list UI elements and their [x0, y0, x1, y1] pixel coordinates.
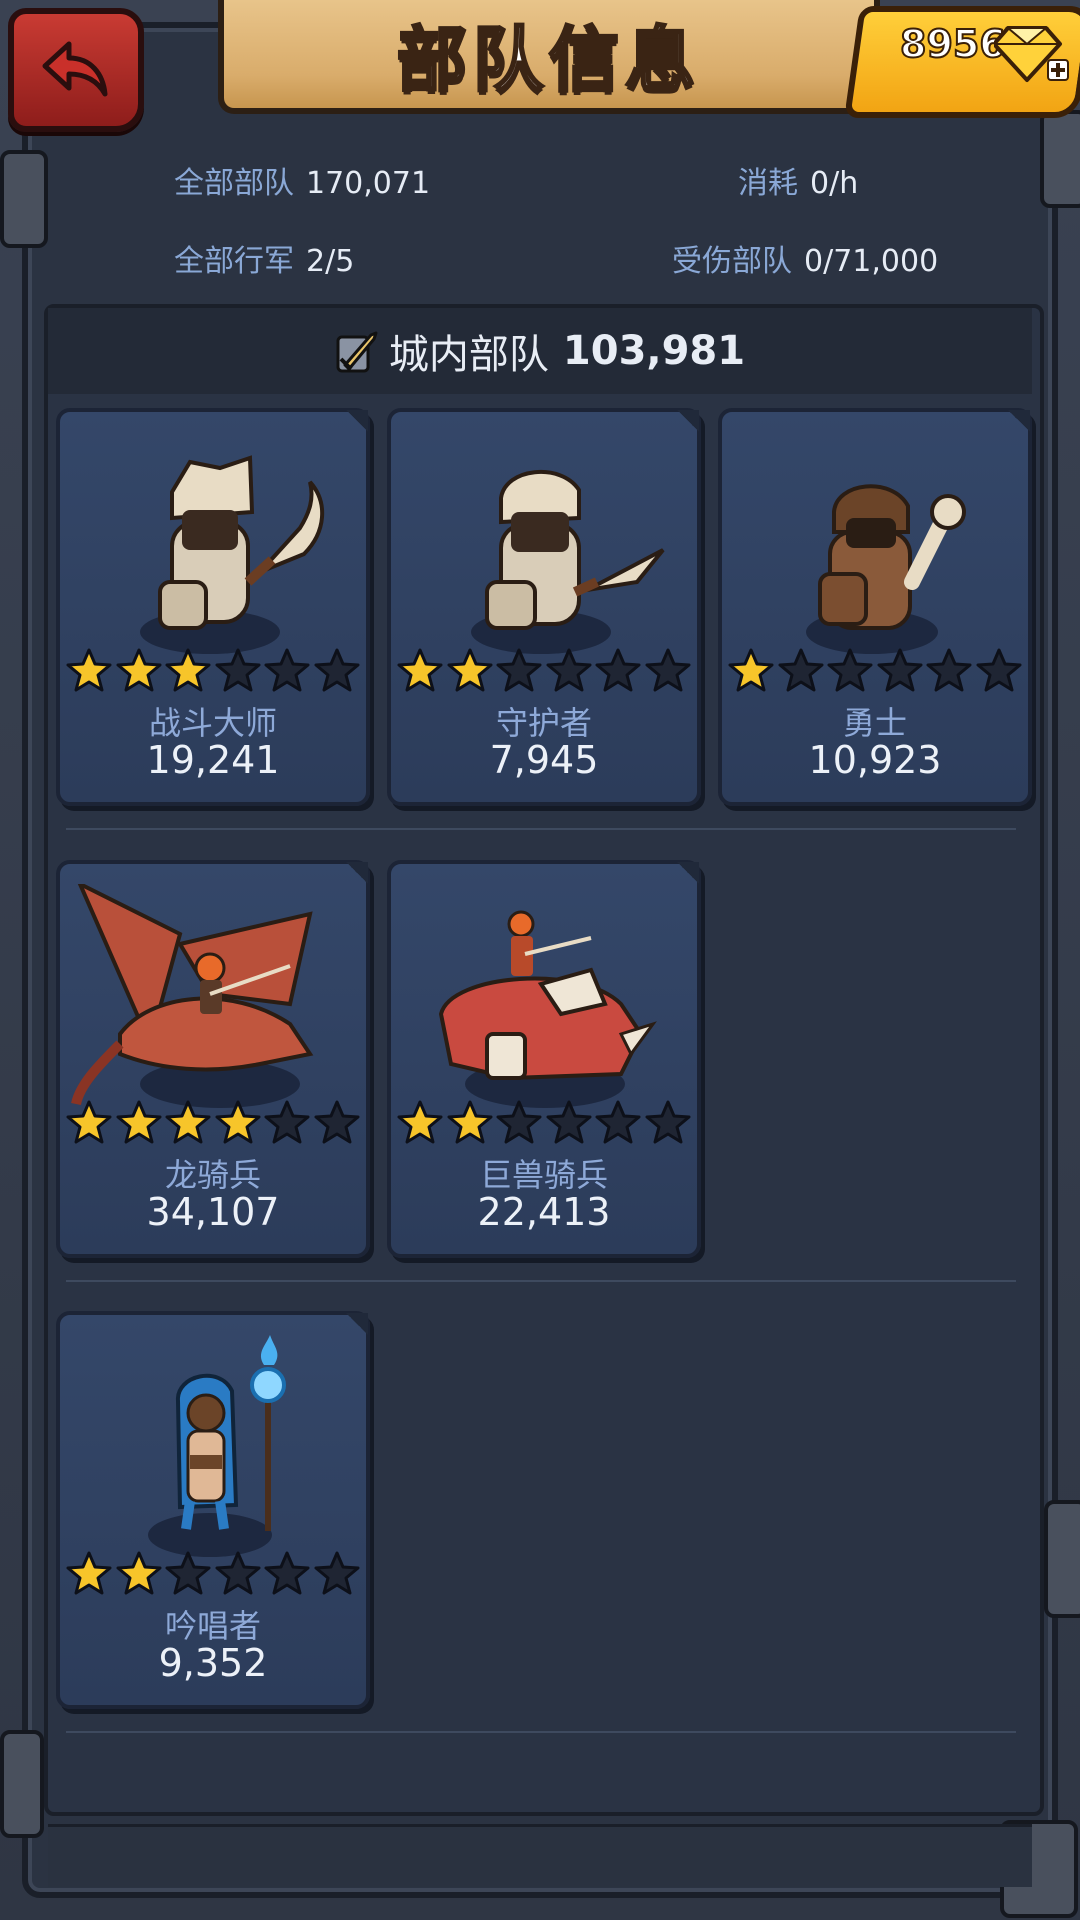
star-filled-icon — [397, 648, 443, 692]
row-divider — [66, 1280, 1016, 1282]
star-empty-icon — [165, 1551, 211, 1595]
star-empty-icon — [264, 1100, 310, 1144]
star-empty-icon — [595, 648, 641, 692]
stat-total-troops: 全部部队 170,071 — [174, 158, 430, 202]
unit-count: 22,413 — [477, 1190, 611, 1234]
star-empty-icon — [314, 1100, 360, 1144]
diamond-plus-icon[interactable] — [994, 20, 1070, 86]
unit-count: 34,107 — [146, 1190, 280, 1234]
star-filled-icon — [116, 648, 162, 692]
unit-card[interactable]: 战斗大师 19,241 — [56, 408, 370, 806]
star-empty-icon — [496, 1100, 542, 1144]
frame-rock-right-low — [1044, 1500, 1080, 1618]
unit-portrait — [148, 1335, 286, 1557]
star-filled-icon — [66, 1100, 112, 1144]
frame-rock-bottom-left — [0, 1730, 44, 1838]
unit-portrait — [471, 469, 665, 654]
star-filled-icon — [397, 1100, 443, 1144]
sword-icon — [336, 331, 378, 373]
star-rating — [66, 648, 360, 692]
star-filled-icon — [447, 1100, 493, 1144]
row-divider — [66, 1731, 1016, 1733]
star-empty-icon — [926, 648, 972, 692]
title-banner: 部队信息 — [218, 0, 880, 114]
star-empty-icon — [778, 648, 824, 692]
unit-card[interactable]: 巨兽骑兵 22,413 — [387, 860, 701, 1258]
star-rating — [66, 1551, 360, 1595]
unit-count: 9,352 — [158, 1641, 268, 1685]
stat-upkeep: 消耗 0/h — [738, 158, 858, 202]
star-empty-icon — [645, 648, 691, 692]
unit-portrait — [140, 455, 324, 654]
star-filled-icon — [447, 648, 493, 692]
star-empty-icon — [546, 648, 592, 692]
star-filled-icon — [215, 1100, 261, 1144]
frame-rock-right — [1040, 110, 1080, 208]
star-empty-icon — [314, 648, 360, 692]
bottom-bar — [48, 1824, 1032, 1887]
unit-card[interactable]: 守护者 7,945 — [387, 408, 701, 806]
page-title: 部队信息 — [396, 17, 701, 102]
marches-value: 2/5 — [306, 244, 355, 279]
total-troops-value: 170,071 — [306, 166, 431, 201]
star-empty-icon — [215, 648, 261, 692]
unit-portrait — [806, 484, 966, 654]
star-rating — [397, 648, 691, 692]
star-empty-icon — [496, 648, 542, 692]
stat-wounded: 受伤部队 0/71,000 — [672, 236, 938, 280]
star-filled-icon — [116, 1100, 162, 1144]
back-button[interactable] — [8, 8, 144, 132]
panel-header: 城内部队 103,981 — [48, 308, 1032, 394]
star-filled-icon — [728, 648, 774, 692]
star-empty-icon — [595, 1100, 641, 1144]
star-empty-icon — [827, 648, 873, 692]
star-filled-icon — [165, 1100, 211, 1144]
star-empty-icon — [215, 1551, 261, 1595]
star-empty-icon — [264, 648, 310, 692]
star-filled-icon — [116, 1551, 162, 1595]
star-empty-icon — [976, 648, 1022, 692]
star-filled-icon — [165, 648, 211, 692]
panel-total: 103,981 — [562, 328, 746, 374]
star-empty-icon — [264, 1551, 310, 1595]
stat-marches: 全部行军 2/5 — [174, 236, 354, 280]
unit-card[interactable]: 龙骑兵 34,107 — [56, 860, 370, 1258]
row-divider — [66, 828, 1016, 830]
unit-portrait — [438, 910, 657, 1108]
star-filled-icon — [66, 1551, 112, 1595]
star-filled-icon — [66, 648, 112, 692]
star-empty-icon — [645, 1100, 691, 1144]
unit-count: 10,923 — [808, 738, 942, 782]
unit-count: 19,241 — [146, 738, 280, 782]
star-rating — [728, 648, 1022, 692]
wounded-value: 0/71,000 — [804, 244, 939, 279]
unit-card[interactable]: 吟唱者 9,352 — [56, 1311, 370, 1709]
star-empty-icon — [314, 1551, 360, 1595]
wounded-label: 受伤部队 — [672, 244, 792, 279]
marches-label: 全部行军 — [174, 244, 294, 279]
panel-title: 城内部队 — [388, 332, 549, 378]
frame-rock-left — [0, 150, 48, 248]
star-rating — [66, 1100, 360, 1144]
upkeep-value: 0/h — [810, 166, 859, 201]
total-troops-label: 全部部队 — [174, 166, 294, 201]
star-empty-icon — [877, 648, 923, 692]
back-arrow-icon — [42, 41, 108, 97]
upkeep-label: 消耗 — [738, 166, 798, 201]
unit-portrait — [71, 884, 314, 1108]
star-rating — [397, 1100, 691, 1144]
unit-card[interactable]: 勇士 10,923 — [718, 408, 1032, 806]
unit-count: 7,945 — [489, 738, 599, 782]
star-empty-icon — [546, 1100, 592, 1144]
